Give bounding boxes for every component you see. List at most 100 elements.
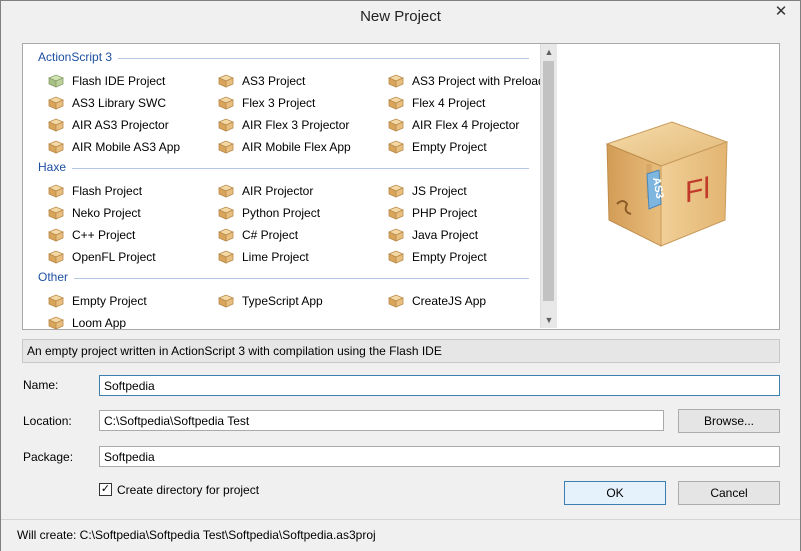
project-template-item[interactable]: Empty Project bbox=[387, 138, 487, 156]
project-template-item[interactable]: AIR Flex 3 Projector bbox=[217, 116, 350, 134]
project-template-label: OpenFL Project bbox=[72, 250, 156, 264]
project-template-item[interactable]: Loom App bbox=[47, 314, 127, 330]
project-template-label: Empty Project bbox=[412, 250, 487, 264]
create-directory-checkbox[interactable]: ✓ bbox=[99, 483, 112, 496]
project-template-item[interactable]: Java Project bbox=[387, 226, 478, 244]
project-template-item[interactable]: Flex 3 Project bbox=[217, 94, 316, 112]
location-field[interactable] bbox=[99, 410, 664, 431]
package-icon bbox=[47, 74, 65, 88]
package-icon bbox=[217, 140, 235, 154]
group-header: ActionScript 3 bbox=[23, 50, 543, 66]
project-template-item[interactable]: Flex 4 Project bbox=[387, 94, 486, 112]
package-icon bbox=[387, 118, 405, 132]
create-directory-label: Create directory for project bbox=[117, 483, 260, 497]
project-template-item[interactable]: AIR Projector bbox=[217, 182, 314, 200]
project-template-label: Empty Project bbox=[412, 140, 487, 154]
package-icon bbox=[387, 74, 405, 88]
project-template-item[interactable]: Neko Project bbox=[47, 204, 141, 222]
project-template-label: Empty Project bbox=[72, 294, 147, 308]
template-preview: AS3 Fl bbox=[557, 43, 780, 330]
package-icon bbox=[217, 184, 235, 198]
project-template-label: Loom App bbox=[72, 316, 127, 330]
project-template-label: Flex 4 Project bbox=[412, 96, 486, 110]
cancel-button[interactable]: Cancel bbox=[678, 481, 780, 505]
group-divider bbox=[72, 168, 529, 169]
project-template-item[interactable]: Flash Project bbox=[47, 182, 142, 200]
name-field[interactable] bbox=[99, 375, 780, 396]
package-icon bbox=[47, 294, 65, 308]
project-template-item[interactable]: JS Project bbox=[387, 182, 467, 200]
group-header: Other bbox=[23, 270, 543, 286]
package-icon bbox=[387, 184, 405, 198]
project-template-item[interactable]: AIR AS3 Projector bbox=[47, 116, 169, 134]
project-template-item[interactable]: AS3 Library SWC bbox=[47, 94, 167, 112]
group-divider bbox=[118, 58, 529, 59]
box-logo-text: Fl bbox=[685, 172, 710, 210]
package-icon bbox=[47, 316, 65, 329]
status-bar: Will create: C:\Softpedia\Softpedia Test… bbox=[1, 519, 800, 551]
project-template-item[interactable]: Lime Project bbox=[217, 248, 309, 266]
project-template-label: Neko Project bbox=[72, 206, 141, 220]
package-icon bbox=[387, 206, 405, 220]
project-template-item[interactable]: Empty Project bbox=[387, 248, 487, 266]
package-icon bbox=[47, 250, 65, 264]
project-template-label: AIR Flex 3 Projector bbox=[242, 118, 350, 132]
project-template-label: Python Project bbox=[242, 206, 321, 220]
project-template-item[interactable]: AIR Mobile Flex App bbox=[217, 138, 351, 156]
template-description: An empty project written in ActionScript… bbox=[22, 339, 780, 363]
window-title: New Project bbox=[360, 8, 441, 25]
project-template-label: CreateJS App bbox=[412, 294, 487, 308]
project-template-item[interactable]: Empty Project bbox=[47, 292, 147, 310]
package-icon bbox=[217, 118, 235, 132]
project-template-label: Flash IDE Project bbox=[72, 74, 166, 88]
package-icon bbox=[387, 140, 405, 154]
group-label: ActionScript 3 bbox=[38, 50, 113, 64]
project-template-item[interactable]: AIR Flex 4 Projector bbox=[387, 116, 520, 134]
package-icon bbox=[47, 206, 65, 220]
group-label: Haxe bbox=[38, 160, 67, 174]
project-template-label: AIR Projector bbox=[242, 184, 314, 198]
project-template-item[interactable]: AS3 Project with Preloader bbox=[387, 72, 555, 90]
scroll-up-icon[interactable]: ▲ bbox=[541, 44, 557, 60]
package-icon bbox=[47, 184, 65, 198]
project-template-item[interactable]: PHP Project bbox=[387, 204, 477, 222]
package-label: Package: bbox=[23, 450, 74, 464]
title-bar: New Project ✕ bbox=[1, 1, 800, 31]
project-template-label: AIR Flex 4 Projector bbox=[412, 118, 520, 132]
project-template-label: TypeScript App bbox=[242, 294, 323, 308]
project-template-item[interactable]: AIR Mobile AS3 App bbox=[47, 138, 181, 156]
description-text: An empty project written in ActionScript… bbox=[27, 344, 442, 358]
package-icon bbox=[47, 118, 65, 132]
package-icon bbox=[217, 74, 235, 88]
project-template-label: AS3 Library SWC bbox=[72, 96, 167, 110]
project-template-label: AIR AS3 Projector bbox=[72, 118, 169, 132]
package-icon bbox=[217, 96, 235, 110]
project-template-item[interactable]: OpenFL Project bbox=[47, 248, 156, 266]
project-template-label: C# Project bbox=[242, 228, 299, 242]
scroll-thumb[interactable] bbox=[543, 61, 554, 301]
project-template-item[interactable]: Python Project bbox=[217, 204, 321, 222]
group-label: Other bbox=[38, 270, 69, 284]
project-template-item[interactable]: CreateJS App bbox=[387, 292, 487, 310]
scroll-down-icon[interactable]: ▼ bbox=[541, 312, 557, 328]
package-icon bbox=[387, 294, 405, 308]
project-template-label: Flex 3 Project bbox=[242, 96, 316, 110]
project-template-item[interactable]: C# Project bbox=[217, 226, 299, 244]
project-template-item[interactable]: AS3 Project bbox=[217, 72, 305, 90]
project-template-list[interactable]: ActionScript 3 Flash IDE Project AS3 Proje… bbox=[22, 43, 558, 330]
package-icon bbox=[387, 228, 405, 242]
project-template-item[interactable]: C++ Project bbox=[47, 226, 135, 244]
project-template-item[interactable]: TypeScript App bbox=[217, 292, 323, 310]
browse-button[interactable]: Browse... bbox=[678, 409, 780, 433]
name-label: Name: bbox=[23, 378, 59, 392]
location-label: Location: bbox=[23, 414, 72, 428]
status-text: Will create: C:\Softpedia\Softpedia Test… bbox=[17, 528, 376, 542]
close-icon[interactable]: ✕ bbox=[768, 3, 794, 21]
list-scrollbar[interactable]: ▲ ▼ bbox=[540, 44, 557, 328]
ok-button[interactable]: OK bbox=[564, 481, 666, 505]
package-field[interactable] bbox=[99, 446, 780, 467]
new-project-dialog: New Project ✕ ActionScript 3 Flash IDE Pr… bbox=[0, 0, 801, 551]
project-template-label: AIR Mobile AS3 App bbox=[72, 140, 181, 154]
project-template-label: AIR Mobile Flex App bbox=[242, 140, 351, 154]
project-template-item[interactable]: Flash IDE Project bbox=[47, 72, 166, 90]
